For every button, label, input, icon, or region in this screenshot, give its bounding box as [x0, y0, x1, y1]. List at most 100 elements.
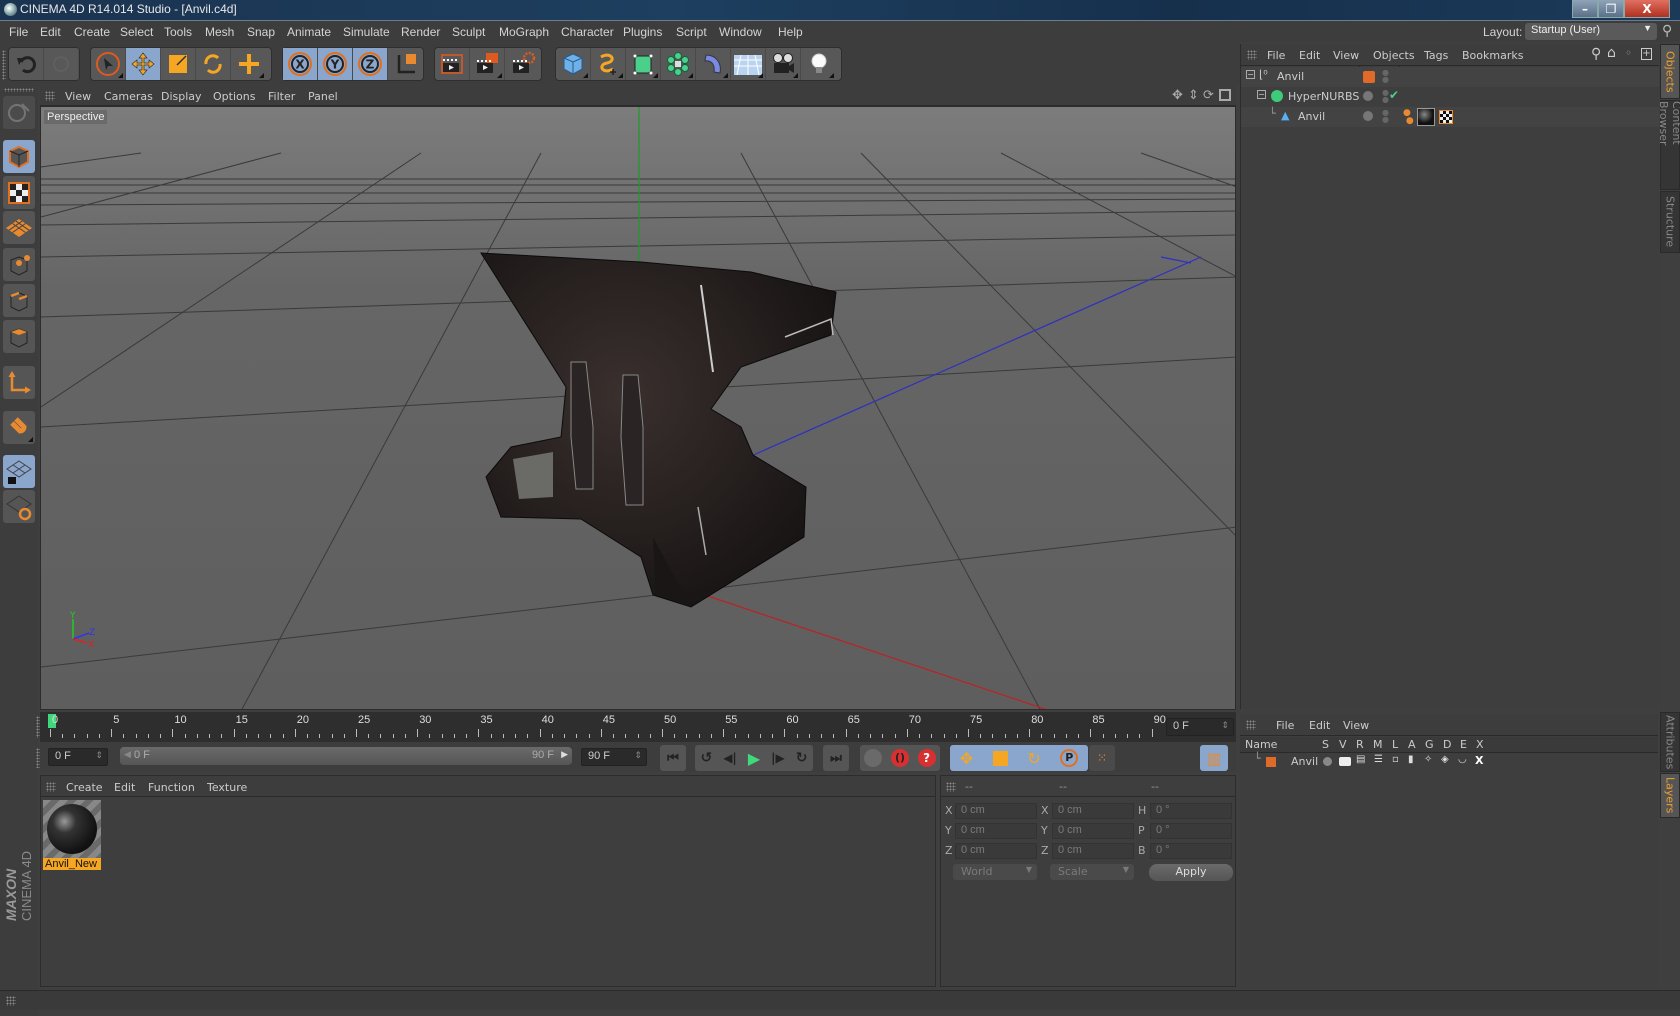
- tab-structure[interactable]: Structure: [1660, 191, 1680, 253]
- workplane-mode-button[interactable]: [3, 211, 35, 244]
- viewport-menu-display[interactable]: Display: [161, 90, 202, 103]
- menu-sculpt[interactable]: Sculpt: [452, 25, 485, 39]
- menu-animate[interactable]: Animate: [287, 25, 331, 39]
- rot-p-field[interactable]: 0 °: [1150, 823, 1232, 839]
- timeline-window-button[interactable]: ▥: [1200, 745, 1228, 771]
- make-editable-button[interactable]: [3, 96, 35, 129]
- visibility-dots[interactable]: ● ●: [1382, 89, 1389, 104]
- points-mode-button[interactable]: [3, 248, 35, 281]
- mm-menu-create[interactable]: Create: [66, 781, 103, 794]
- render-view-button[interactable]: [435, 48, 470, 80]
- edges-mode-button[interactable]: [3, 284, 35, 317]
- object-name[interactable]: Anvil: [1298, 110, 1325, 123]
- col-xref[interactable]: X: [1476, 738, 1484, 751]
- object-row[interactable]: − HyperNURBS ● ● ✔: [1241, 87, 1659, 107]
- pos-x-field[interactable]: 0 cm: [955, 803, 1037, 819]
- timeline-ruler[interactable]: 0 5 10 15 20 25 30 35 40 45 50 55 60 65 70 75 80 85 90 0 F…: [36, 712, 1236, 742]
- y-axis-lock-button[interactable]: Y: [318, 48, 353, 80]
- pos-z-field[interactable]: 0 cm: [955, 843, 1037, 859]
- om-menu-bookmarks[interactable]: Bookmarks: [1462, 49, 1523, 62]
- spline-button[interactable]: [591, 48, 626, 80]
- axis-mode-button[interactable]: [3, 366, 35, 399]
- panel-grip[interactable]: [946, 782, 956, 792]
- range-right-arrow-icon[interactable]: ▶: [561, 749, 568, 760]
- cube-button[interactable]: [556, 48, 591, 80]
- nurbs-button[interactable]: [626, 48, 661, 80]
- transform-mode-dropdown[interactable]: Scale ▼: [1050, 864, 1134, 880]
- mm-menu-edit[interactable]: Edit: [114, 781, 135, 794]
- viewport-menu-options[interactable]: Options: [213, 90, 255, 103]
- col-render[interactable]: R: [1356, 738, 1364, 751]
- view-eye-icon[interactable]: [1339, 757, 1351, 766]
- deformer-button[interactable]: [696, 48, 731, 80]
- search-icon[interactable]: ⚲: [1591, 46, 1601, 62]
- col-solo[interactable]: S: [1322, 738, 1329, 751]
- z-axis-lock-button[interactable]: Z: [353, 48, 388, 80]
- mm-menu-function[interactable]: Function: [148, 781, 195, 794]
- menu-render[interactable]: Render: [401, 25, 440, 39]
- lm-menu-edit[interactable]: Edit: [1309, 719, 1330, 732]
- end-frame-field[interactable]: 90 F ⇕: [581, 748, 647, 766]
- lm-menu-view[interactable]: View: [1343, 719, 1369, 732]
- phong-tag-icon[interactable]: ● ●: [1403, 109, 1414, 126]
- collapse-icon[interactable]: −: [1246, 70, 1255, 79]
- om-menu-file[interactable]: File: [1267, 49, 1285, 62]
- om-menu-edit[interactable]: Edit: [1299, 49, 1320, 62]
- material-name[interactable]: Anvil_New: [43, 858, 101, 870]
- generator-icon[interactable]: ✧: [1424, 754, 1432, 765]
- panel-grip[interactable]: [1247, 50, 1257, 60]
- planar-workplane-button[interactable]: [3, 490, 35, 523]
- panel-grip[interactable]: [1246, 720, 1256, 730]
- coordinate-system-button[interactable]: [388, 48, 423, 80]
- start-frame-field[interactable]: 0 F ⇕: [48, 748, 108, 766]
- menu-simulate[interactable]: Simulate: [343, 25, 390, 39]
- render-picture-viewer-button[interactable]: [470, 48, 505, 80]
- layer-color-swatch[interactable]: [1266, 757, 1276, 767]
- close-button[interactable]: X: [1624, 0, 1670, 18]
- viewport-menu-filter[interactable]: Filter: [268, 90, 295, 103]
- light-button[interactable]: [801, 48, 836, 80]
- next-frame-button[interactable]: |▶: [771, 751, 785, 765]
- zoom-view-icon[interactable]: ⇕: [1188, 88, 1199, 103]
- manager-hierarchy-icon[interactable]: ☰: [1374, 754, 1383, 765]
- current-frame-field[interactable]: 0 F ⇕: [1166, 718, 1234, 736]
- xref-icon[interactable]: X: [1475, 754, 1483, 767]
- col-locked[interactable]: L: [1392, 738, 1398, 751]
- menu-mesh[interactable]: Mesh: [205, 25, 234, 39]
- col-view[interactable]: V: [1339, 738, 1347, 751]
- menu-help[interactable]: Help: [778, 25, 803, 39]
- om-menu-objects[interactable]: Objects: [1373, 49, 1415, 62]
- home-icon[interactable]: ⌂: [1607, 45, 1616, 61]
- rot-h-field[interactable]: 0 °: [1150, 803, 1232, 819]
- coordinate-mode-dropdown[interactable]: World ▼: [953, 864, 1037, 880]
- status-grip[interactable]: [6, 996, 16, 1006]
- polygons-mode-button[interactable]: [3, 320, 35, 353]
- search-icon[interactable]: ⚲: [1662, 23, 1672, 39]
- material-tag-icon[interactable]: [1417, 108, 1435, 126]
- object-row[interactable]: − ⌊⁰ Anvil ● ●: [1241, 67, 1659, 87]
- apply-button[interactable]: Apply: [1149, 864, 1233, 881]
- menu-plugins[interactable]: Plugins: [623, 25, 662, 39]
- viewport-menu-cameras[interactable]: Cameras: [104, 90, 153, 103]
- visibility-dots[interactable]: ● ●: [1382, 69, 1389, 84]
- layer-row[interactable]: └ Anvil ▤ ☰ ▫ ▮ ✧ ◈ ◡ X: [1240, 752, 1658, 770]
- new-panel-icon[interactable]: +: [1641, 48, 1652, 60]
- restore-button[interactable]: ❐: [1598, 0, 1624, 18]
- menu-snap[interactable]: Snap: [247, 25, 275, 39]
- rotate-tool-button[interactable]: [196, 48, 231, 80]
- point-level-animation-button[interactable]: ⁙: [1089, 745, 1115, 771]
- frame-range-slider[interactable]: ◀ 0 F 90 F ▶: [120, 747, 572, 765]
- collapse-icon[interactable]: −: [1257, 90, 1266, 99]
- object-row[interactable]: └ ▲ Anvil ● ● ● ●: [1241, 107, 1659, 127]
- size-z-field[interactable]: 0 cm: [1052, 843, 1134, 859]
- tab-layers[interactable]: Layers: [1660, 773, 1680, 818]
- lm-menu-file[interactable]: File: [1276, 719, 1294, 732]
- texture-mode-button[interactable]: [3, 176, 35, 209]
- size-y-field[interactable]: 0 cm: [1052, 823, 1134, 839]
- previous-frame-button[interactable]: ◀|: [723, 751, 737, 765]
- layer-name[interactable]: Anvil: [1291, 755, 1318, 768]
- rotate-view-icon[interactable]: ⟳: [1203, 88, 1214, 103]
- col-generators[interactable]: G: [1425, 738, 1434, 751]
- model-mode-button[interactable]: [3, 140, 35, 173]
- animation-film-icon[interactable]: ▮: [1408, 754, 1414, 765]
